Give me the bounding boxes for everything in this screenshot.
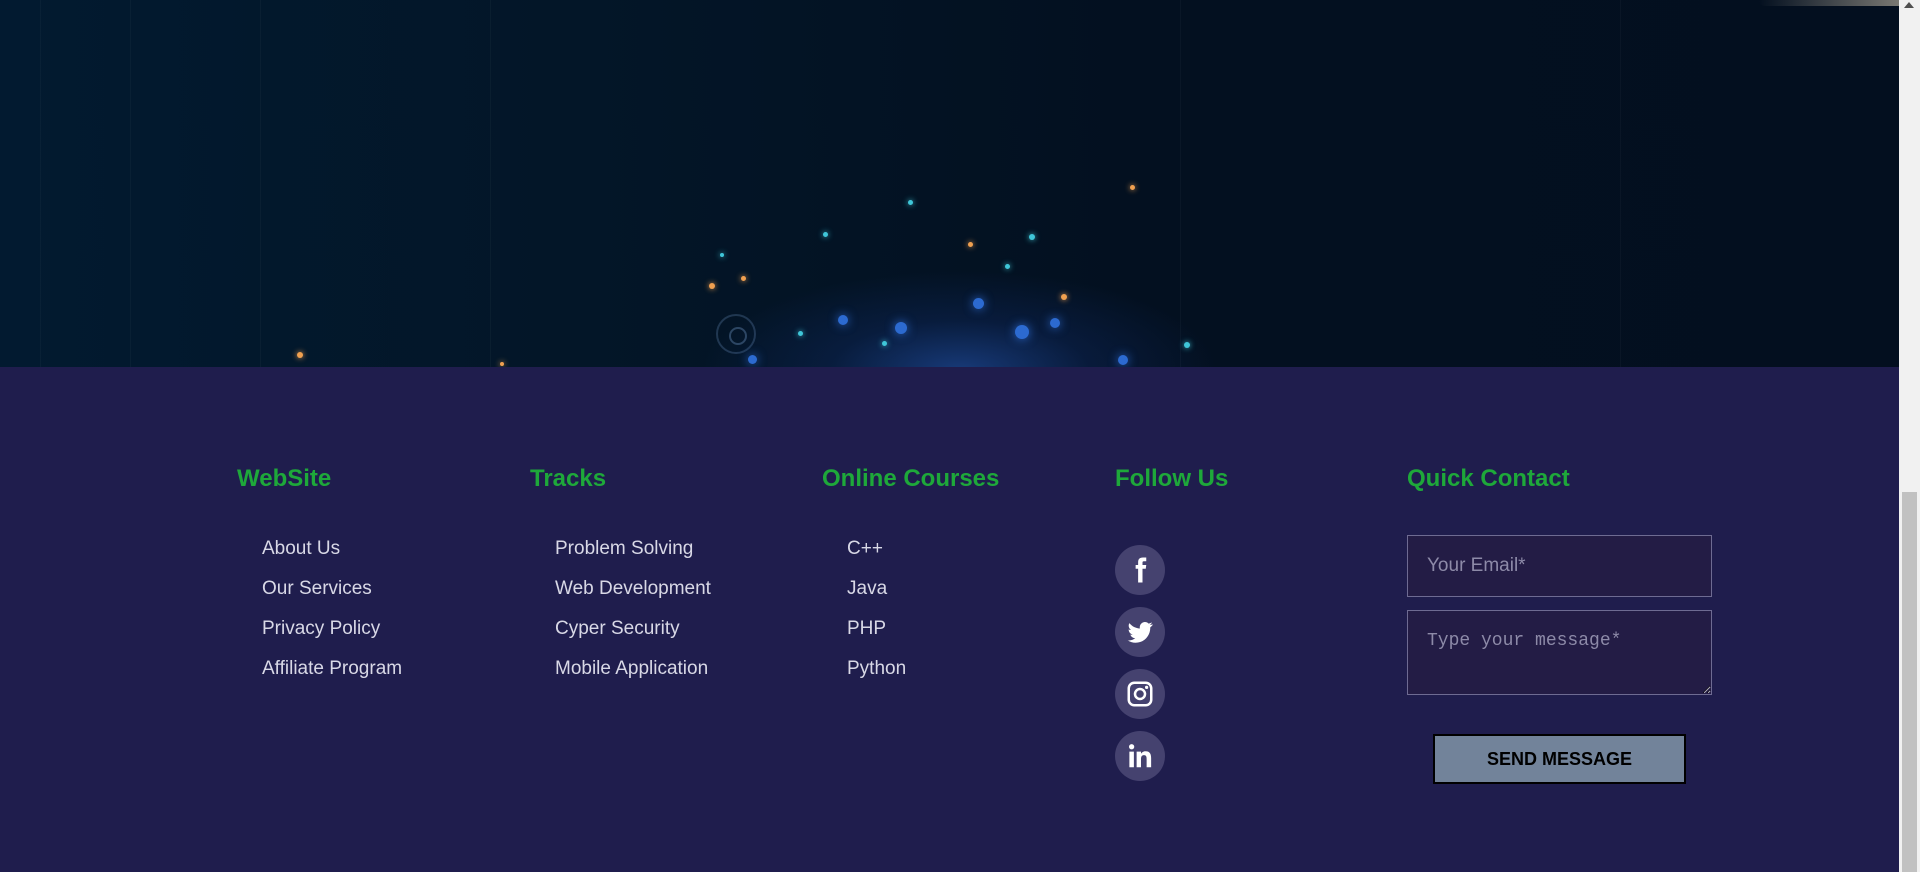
link-affiliate-program[interactable]: Affiliate Program [262,658,402,698]
link-mobile-application[interactable]: Mobile Application [555,658,711,698]
scrollbar-thumb[interactable] [1902,492,1917,872]
page-scrollbar[interactable] [1899,0,1920,872]
message-field[interactable] [1407,610,1712,695]
website-column: WebSite About Us Our Services Privacy Po… [237,465,402,698]
email-field[interactable] [1407,535,1712,597]
courses-heading: Online Courses [822,465,1000,492]
contact-column: Quick Contact SEND MESSAGE [1407,465,1717,845]
link-cyper-security[interactable]: Cyper Security [555,618,711,658]
instagram-icon[interactable] [1115,669,1165,719]
facebook-icon[interactable] [1115,545,1165,595]
follow-heading: Follow Us [1115,465,1229,492]
link-java[interactable]: Java [847,578,999,618]
scroll-up-arrow-icon[interactable] [1904,2,1914,8]
tracks-heading: Tracks [530,465,607,492]
link-python[interactable]: Python [847,658,999,698]
website-links: About Us Our Services Privacy Policy Aff… [237,538,402,698]
twitter-icon[interactable] [1115,607,1165,657]
website-heading: WebSite [237,465,332,492]
social-links [1115,545,1228,781]
target-icon [716,314,756,354]
linkedin-icon[interactable] [1115,731,1165,781]
courses-column: Online Courses C++ Java PHP Python [822,465,999,698]
link-our-services[interactable]: Our Services [262,578,402,618]
link-privacy-policy[interactable]: Privacy Policy [262,618,402,658]
contact-heading: Quick Contact [1407,465,1570,492]
link-cpp[interactable]: C++ [847,538,999,578]
follow-column: Follow Us [1115,465,1228,793]
tracks-column: Tracks Problem Solving Web Development C… [530,465,711,698]
hero-background [0,0,1899,367]
link-web-development[interactable]: Web Development [555,578,711,618]
site-footer: WebSite About Us Our Services Privacy Po… [0,367,1899,872]
courses-links: C++ Java PHP Python [822,538,999,698]
tracks-links: Problem Solving Web Development Cyper Se… [530,538,711,698]
link-problem-solving[interactable]: Problem Solving [555,538,711,578]
send-message-button[interactable]: SEND MESSAGE [1433,734,1686,784]
link-about-us[interactable]: About Us [262,538,402,578]
link-php[interactable]: PHP [847,618,999,658]
